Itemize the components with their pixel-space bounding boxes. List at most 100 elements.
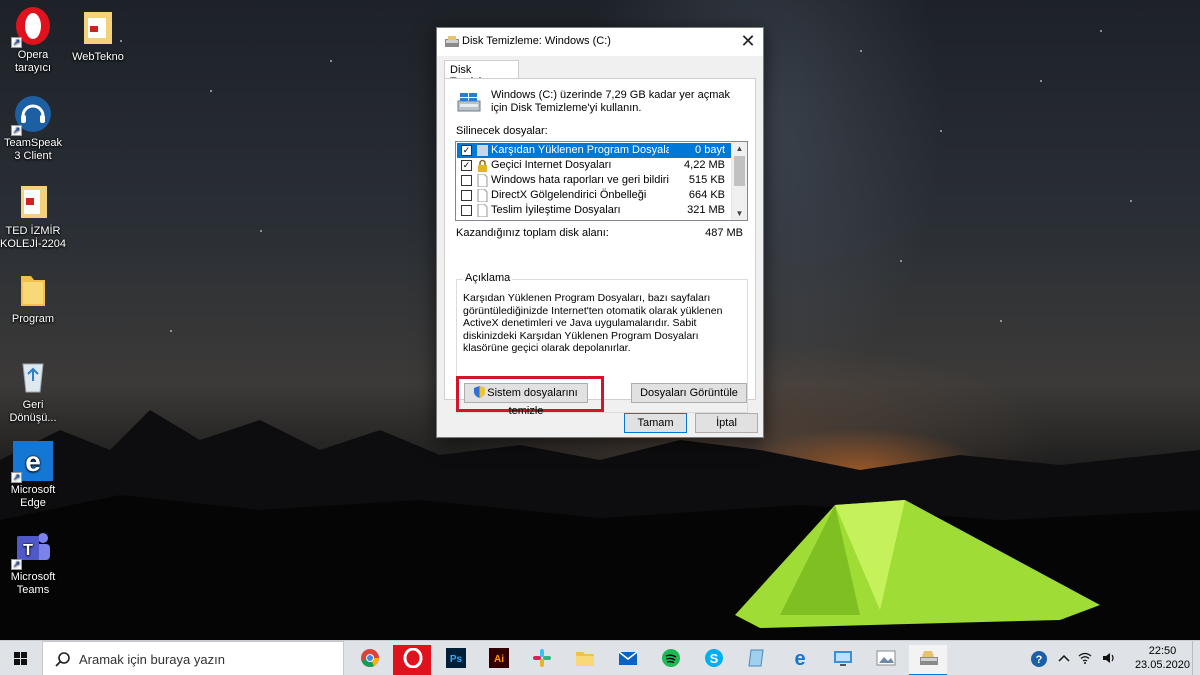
volume-icon[interactable] — [1102, 652, 1116, 664]
taskbar: Aramak için buraya yazın Ps Ai S e ? 22:… — [0, 640, 1200, 675]
start-button[interactable] — [0, 641, 42, 675]
description-text: Karşıdan Yüklenen Program Dosyaları, baz… — [463, 292, 723, 354]
taskbar-search-box[interactable]: Aramak için buraya yazın — [42, 641, 344, 675]
file-name: DirectX Gölgelendirici Önbelleği — [491, 189, 647, 201]
taskbar-app-photos[interactable] — [866, 645, 904, 675]
taskbar-clock[interactable]: 22:50 23.05.2020 — [1135, 644, 1190, 672]
taskbar-app-illustrator[interactable]: Ai — [479, 645, 517, 675]
chrome-icon — [361, 649, 379, 667]
desktop-icon-ted-izmir[interactable]: TED İZMİR KOLEJİ-2204 — [0, 182, 66, 251]
desktop-icon-label: TED İZMİR KOLEJİ-2204 — [0, 225, 67, 250]
list-item[interactable]: ✓ Geçici Internet Dosyaları 4,22 MB — [457, 158, 731, 173]
desktop-icon-teamspeak[interactable]: ↗ TeamSpeak 3 Client — [0, 94, 66, 163]
clock-time: 22:50 — [1148, 645, 1177, 657]
desktop-icon-program[interactable]: Program — [0, 270, 66, 326]
edge-icon: e — [794, 648, 805, 668]
recycle-bin-icon — [13, 356, 53, 396]
checkbox[interactable] — [461, 175, 472, 186]
file-icon — [477, 189, 488, 202]
lock-icon — [478, 159, 487, 172]
file-icon — [477, 204, 488, 217]
taskbar-app-slack[interactable] — [522, 645, 560, 675]
teamspeak-icon: ↗ — [11, 94, 53, 136]
list-scrollbar[interactable]: ▲ ▼ — [731, 142, 747, 220]
list-item[interactable]: DirectX Gölgelendirici Önbelleği 664 KB — [457, 188, 731, 203]
clock-date: 23.05.2020 — [1134, 659, 1190, 671]
file-size: 664 KB — [688, 189, 725, 201]
view-files-button[interactable]: Dosyaları Görüntüle — [631, 383, 747, 403]
taskbar-app-notepad[interactable] — [737, 645, 775, 675]
svg-text:Ps: Ps — [450, 654, 463, 665]
checkbox[interactable]: ✓ — [461, 160, 472, 171]
notepad-icon — [748, 649, 764, 667]
taskbar-app-file-explorer[interactable] — [565, 645, 603, 675]
file-name: Karşıdan Yüklenen Program Dosyaları — [491, 144, 669, 156]
checkbox[interactable] — [461, 205, 472, 216]
clean-system-files-button[interactable]: Sistem dosyalarını temizle — [464, 383, 588, 417]
desktop-icon-teams[interactable]: T ↗ Microsoft Teams — [0, 528, 66, 597]
search-icon — [55, 652, 70, 667]
disk-cleanup-dialog: Disk Temizleme: Windows (C:) ✕ Disk Temi… — [436, 27, 764, 438]
files-to-delete-label: Silinecek dosyalar: — [456, 125, 548, 137]
checkbox[interactable]: ✓ — [461, 145, 472, 156]
skype-icon: S — [705, 649, 723, 667]
scroll-down-arrow-icon[interactable]: ▼ — [732, 207, 747, 220]
cancel-button[interactable]: İptal — [695, 413, 758, 433]
disk-cleanup-icon — [920, 651, 938, 665]
disk-cleanup-icon — [445, 36, 459, 47]
desktop-icon-webtekno[interactable]: WebTekno — [65, 8, 131, 64]
close-button[interactable]: ✕ — [733, 28, 763, 56]
file-size: 0 bayt — [695, 144, 725, 156]
total-space-label: Kazandığınız toplam disk alanı: — [456, 227, 609, 239]
desktop-icon-label: TeamSpeak 3 Client — [3, 137, 63, 162]
folder-icon — [78, 8, 118, 48]
desktop-icon-label: Geri Dönüşü... — [9, 399, 57, 424]
scroll-up-arrow-icon[interactable]: ▲ — [732, 142, 747, 155]
desktop-icon-label: Opera tarayıcı — [14, 49, 52, 74]
network-icon[interactable] — [1078, 652, 1092, 664]
svg-text:?: ? — [1036, 654, 1043, 666]
svg-text:e: e — [25, 446, 41, 477]
svg-text:T: T — [23, 542, 33, 559]
description-title: Açıklama — [463, 272, 513, 284]
teams-icon: T ↗ — [11, 528, 53, 570]
list-item[interactable]: Windows hata raporları ve geri bildirim … — [457, 173, 731, 188]
taskbar-app-skype[interactable]: S — [694, 645, 732, 675]
search-placeholder: Aramak için buraya yazın — [79, 652, 225, 667]
tab-panel: Windows (C:) üzerinde 7,29 GB kadar yer … — [444, 78, 756, 417]
taskbar-app-photoshop[interactable]: Ps — [436, 645, 474, 675]
help-icon[interactable]: ? — [1030, 650, 1048, 668]
list-item[interactable]: Teslim İyileştime Dosyaları 321 MB — [457, 203, 731, 218]
ok-button[interactable]: Tamam — [624, 413, 687, 433]
slack-icon — [533, 649, 551, 667]
svg-text:e: e — [794, 648, 805, 668]
dialog-titlebar[interactable]: Disk Temizleme: Windows (C:) ✕ — [437, 28, 763, 56]
list-item[interactable]: ✓ Karşıdan Yüklenen Program Dosyaları 0 … — [457, 143, 731, 158]
taskbar-app-opera[interactable] — [393, 645, 431, 675]
file-size: 4,22 MB — [684, 159, 725, 171]
taskbar-app-remote-desktop[interactable] — [823, 645, 861, 675]
illustrator-icon: Ai — [489, 648, 509, 668]
file-icon — [477, 174, 488, 187]
desktop-icon-recycle-bin[interactable]: Geri Dönüşü... — [0, 356, 66, 425]
taskbar-app-spotify[interactable] — [651, 645, 689, 675]
photos-icon — [876, 650, 896, 666]
file-name: Teslim İyileştime Dosyaları — [491, 204, 621, 216]
desktop-icon-edge[interactable]: e ↗ Microsoft Edge — [0, 441, 66, 510]
opera-icon: ↗ — [11, 6, 53, 48]
checkbox[interactable] — [461, 190, 472, 201]
file-list[interactable]: ✓ Karşıdan Yüklenen Program Dosyaları 0 … — [455, 141, 748, 221]
chevron-up-icon[interactable] — [1058, 653, 1070, 663]
svg-text:S: S — [710, 651, 719, 666]
file-name: Windows hata raporları ve geri bildirim … — [491, 174, 669, 186]
taskbar-app-chrome[interactable] — [350, 645, 388, 675]
remote-desktop-icon — [834, 651, 852, 666]
taskbar-app-mail[interactable] — [608, 645, 646, 675]
taskbar-app-disk-cleanup[interactable] — [909, 645, 947, 675]
scrollbar-thumb[interactable] — [734, 156, 745, 186]
show-desktop-button[interactable] — [1192, 641, 1200, 675]
tab-disk-cleanup[interactable]: Disk Temizleme — [444, 60, 519, 88]
desktop-icon-opera[interactable]: ↗ Opera tarayıcı — [0, 6, 66, 75]
dialog-title: Disk Temizleme: Windows (C:) — [462, 35, 611, 47]
taskbar-app-edge[interactable]: e — [780, 645, 818, 675]
